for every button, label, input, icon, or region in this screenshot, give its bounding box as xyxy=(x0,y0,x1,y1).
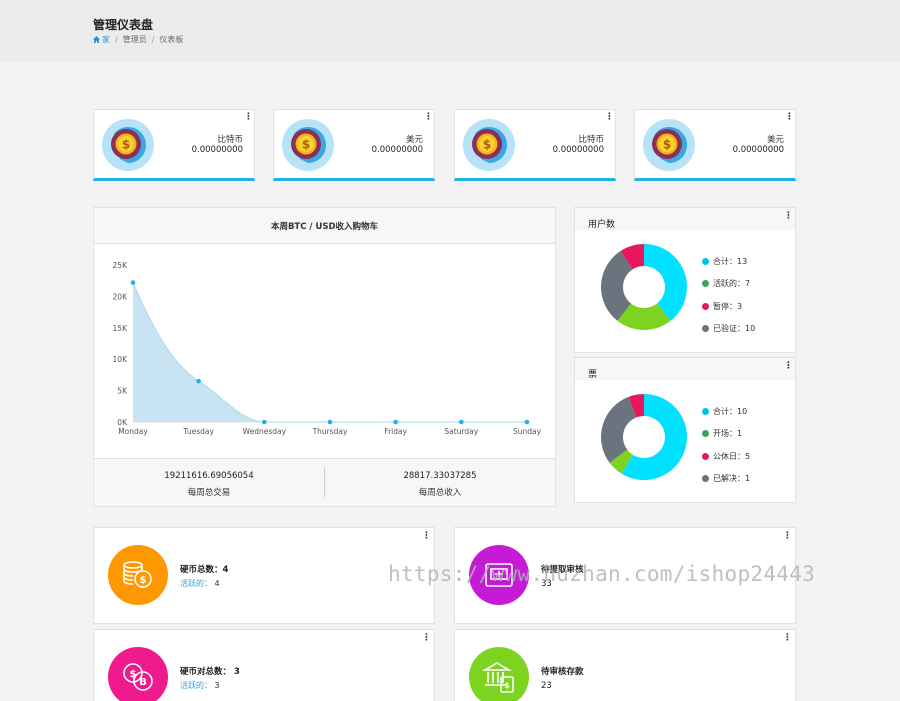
svg-text:$: $ xyxy=(302,138,310,152)
more-menu-icon[interactable]: ⋮ xyxy=(783,634,792,643)
area-fill xyxy=(133,282,527,422)
y-tick-label: 5K xyxy=(117,387,128,396)
svg-text:$: $ xyxy=(140,575,147,586)
legend-item: 活跃的：7 xyxy=(702,273,755,296)
legend-item: 合计：10 xyxy=(702,400,750,423)
stat-card-usd-2: ⋮ $ 美元 0.00000000 xyxy=(634,109,796,181)
chart-title: 本周BTC / USD收入购物车 xyxy=(270,222,379,232)
users-donut-chart xyxy=(601,244,687,330)
x-tick-label: Saturday xyxy=(444,427,478,436)
y-tick-label: 25K xyxy=(113,261,129,270)
svg-text:$: $ xyxy=(130,669,137,680)
users-card: 用户数 ⋮ 合计：13 活跃的：7 暂停：3 已验证：10 xyxy=(574,207,796,353)
users-legend: 合计：13 活跃的：7 暂停：3 已验证：10 xyxy=(702,250,755,340)
data-point[interactable] xyxy=(130,280,136,285)
legend-item: 公休日：5 xyxy=(702,445,750,468)
data-point[interactable] xyxy=(393,419,398,425)
pending-deposit-count: 23 xyxy=(541,681,552,691)
pending-deposit-title: 待审核存款 xyxy=(541,667,584,677)
more-menu-icon[interactable]: ⋮ xyxy=(422,532,431,541)
coins-icon: $ xyxy=(108,545,168,605)
breadcrumb-dashboard: 仪表板 xyxy=(159,35,184,44)
stat-label: 美元 xyxy=(766,135,784,145)
coin-pairs-icon: $ B xyxy=(108,647,168,701)
tickets-card: 票 ⋮ 合计：10 开场：1 公休日：5 已解决：1 xyxy=(574,357,796,503)
legend-item: 合计：13 xyxy=(702,250,755,273)
data-point[interactable] xyxy=(262,419,267,425)
home-icon xyxy=(93,36,100,43)
pending-deposit-card: ⋮ $ 待审核存款 23 xyxy=(454,629,796,701)
stat-label: 比特币 xyxy=(217,135,243,145)
more-menu-icon[interactable]: ⋮ xyxy=(785,113,794,122)
svg-text:B: B xyxy=(139,677,147,688)
coin-icon: $ xyxy=(463,119,515,171)
more-menu-icon[interactable]: ⋮ xyxy=(783,532,792,541)
chart-footer: 19211616.69056054 每周总交易 28817.33037285 每… xyxy=(94,458,555,506)
y-tick-label: 15K xyxy=(113,324,129,333)
svg-text:$: $ xyxy=(504,681,510,690)
legend-item: 已验证：10 xyxy=(702,318,755,341)
x-tick-label: Friday xyxy=(384,427,407,436)
data-point[interactable] xyxy=(524,419,530,425)
stat-card-usd-1: ⋮ $ 美元 0.00000000 xyxy=(273,109,435,181)
watermark: https://www.huzhan.com/ishop24443 xyxy=(388,562,816,586)
bank-deposit-icon: $ xyxy=(469,647,529,701)
stat-value: 0.00000000 xyxy=(732,145,784,155)
more-menu-icon[interactable]: ⋮ xyxy=(424,113,433,122)
stat-value: 0.00000000 xyxy=(552,145,604,155)
y-tick-label: 10K xyxy=(113,355,129,364)
data-point[interactable] xyxy=(459,419,464,425)
weekly-area-chart: 0K 5K 10K 15K 20K 25K Monday Tuesday Wednesday Th… xyxy=(113,261,542,436)
legend-item: 开场：1 xyxy=(702,423,750,446)
stat-value: 0.00000000 xyxy=(371,145,423,155)
coin-icon: $ xyxy=(282,119,334,171)
x-tick-label: Monday xyxy=(118,427,148,436)
svg-text:$: $ xyxy=(663,138,671,152)
y-tick-label: 0K xyxy=(117,418,128,427)
svg-text:$: $ xyxy=(122,138,130,152)
tickets-legend: 合计：10 开场：1 公休日：5 已解决：1 xyxy=(702,400,750,490)
breadcrumb-home[interactable]: 家 xyxy=(93,34,110,45)
coin-pairs-total-card: ⋮ $ B 硬币对总数： 3 活跃的： 3 xyxy=(93,629,435,701)
legend-item: 暂停：3 xyxy=(702,295,755,318)
stat-label: 比特币 xyxy=(578,135,604,145)
donut-slice[interactable] xyxy=(601,396,637,463)
breadcrumb: 家 / 管理员 / 仪表板 xyxy=(93,34,183,45)
y-tick-label: 20K xyxy=(113,292,129,301)
weekly-total-income: 28817.33037285 每周总收入 xyxy=(403,471,477,498)
more-menu-icon[interactable]: ⋮ xyxy=(784,362,793,371)
x-tick-label: Wednesday xyxy=(243,427,287,436)
tickets-donut-chart xyxy=(601,394,687,480)
coin-icon: $ xyxy=(102,119,154,171)
stat-value: 0.00000000 xyxy=(191,145,243,155)
x-tick-label: Tuesday xyxy=(182,427,214,436)
more-menu-icon[interactable]: ⋮ xyxy=(784,212,793,221)
breadcrumb-admin[interactable]: 管理员 xyxy=(123,34,147,45)
coin-icon: $ xyxy=(643,119,695,171)
more-menu-icon[interactable]: ⋮ xyxy=(244,113,253,122)
stat-card-btc-1: ⋮ $ 比特币 0.00000000 xyxy=(93,109,255,181)
page-header: 管理仪表盘 家 / 管理员 / 仪表板 xyxy=(0,0,900,63)
more-menu-icon[interactable]: ⋮ xyxy=(605,113,614,122)
users-card-title: 用户数 xyxy=(588,220,616,230)
stat-card-btc-2: ⋮ $ 比特币 0.00000000 xyxy=(454,109,616,181)
stat-label: 美元 xyxy=(405,135,423,145)
tickets-card-title: 票 xyxy=(588,370,598,380)
weekly-income-chart-card: 本周BTC / USD收入购物车 0K 5K 10K 15K 20K 25K Monday T… xyxy=(93,207,556,507)
weekly-total-trade: 19211616.69056054 每周总交易 xyxy=(164,471,254,498)
x-tick-label: Thursday xyxy=(312,427,348,436)
more-menu-icon[interactable]: ⋮ xyxy=(422,634,431,643)
legend-item: 已解决：1 xyxy=(702,468,750,491)
svg-text:$: $ xyxy=(483,138,491,152)
coins-total-card: ⋮ $ 硬币总数：4 活跃的： 4 xyxy=(93,527,435,624)
data-point[interactable] xyxy=(196,378,201,384)
data-point[interactable] xyxy=(327,419,333,425)
page-title: 管理仪表盘 xyxy=(93,18,154,32)
x-tick-label: Sunday xyxy=(513,427,542,436)
